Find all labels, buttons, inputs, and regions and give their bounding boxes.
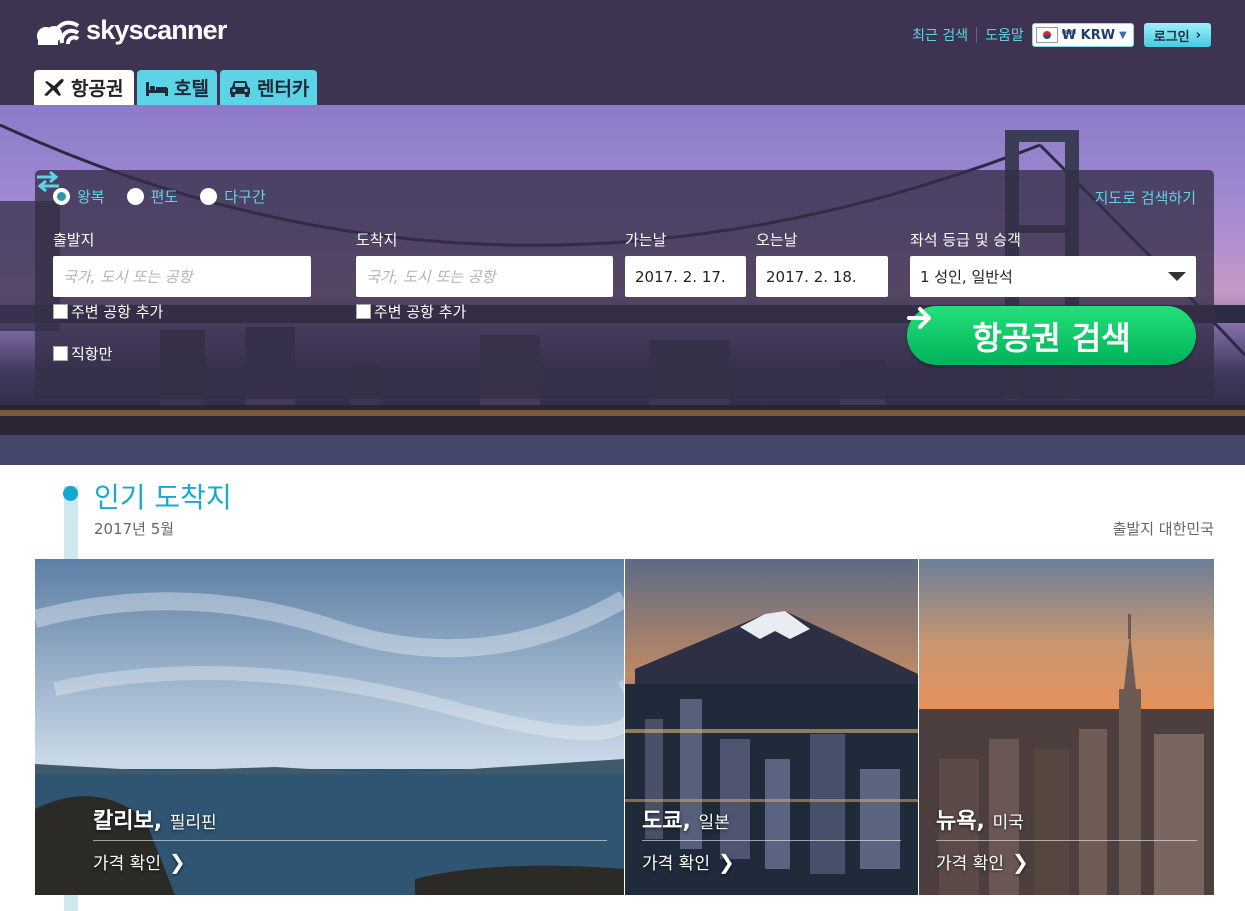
- kalibo-seascape-image: [35, 559, 624, 895]
- login-label: 로그인: [1153, 29, 1190, 45]
- bed-icon: [146, 81, 168, 96]
- nearby-destination-label: 주변 공항 추가: [374, 303, 467, 321]
- section-date: 2017년 5월: [94, 520, 175, 538]
- currency-label: ₩ KRW: [1061, 27, 1116, 43]
- destination-card-kalibo[interactable]: 칼리보, 필리핀 가격 확인 ❯: [35, 559, 624, 895]
- card-country: 일본: [698, 813, 730, 833]
- checkbox-icon: [356, 304, 371, 319]
- checkbox-icon: [53, 304, 68, 319]
- card-city: 칼리보: [93, 809, 154, 834]
- origin-label: 출발지: [53, 231, 95, 249]
- radio-icon: [200, 188, 218, 205]
- airplane-icon: [44, 78, 64, 96]
- destination-label: 도착지: [356, 231, 398, 249]
- top-links: 최근 검색 도움말 ₩ KRW ▼ 로그인 ›: [912, 22, 1211, 48]
- check-price-link[interactable]: 가격 확인 ❯: [93, 849, 186, 875]
- login-button[interactable]: 로그인 ›: [1143, 23, 1211, 47]
- trip-type-oneway-label: 편도: [150, 188, 179, 206]
- newyork-skyline-image: [919, 559, 1214, 895]
- recent-search-link[interactable]: 최근 검색: [912, 25, 968, 45]
- cabin-passenger-select[interactable]: 1 성인, 일반석: [910, 256, 1196, 297]
- divider: [936, 840, 1197, 841]
- arrow-right-icon: [907, 307, 931, 329]
- trip-type-round-label: 왕복: [77, 188, 105, 206]
- tab-flights[interactable]: 항공권: [34, 70, 134, 105]
- chevron-right-icon: ❯: [168, 849, 186, 874]
- chevron-down-icon: [1168, 272, 1186, 281]
- chevron-right-icon: ❯: [717, 849, 735, 874]
- search-flights-button[interactable]: 항공권 검색: [907, 306, 1196, 365]
- brand-name: skyscanner: [86, 14, 227, 45]
- trip-type-group: 왕복 편도 다구간: [53, 186, 266, 207]
- radio-icon: [126, 188, 144, 205]
- check-price-label: 가격 확인: [642, 854, 710, 874]
- depart-date-label: 가는날: [625, 231, 667, 249]
- check-price-label: 가격 확인: [936, 854, 1004, 874]
- check-price-link[interactable]: 가격 확인 ❯: [936, 849, 1029, 875]
- card-country: 미국: [992, 813, 1024, 833]
- depart-date-field[interactable]: 2017. 2. 17.: [625, 256, 746, 297]
- nearby-origin-label: 주변 공항 추가: [71, 303, 164, 321]
- check-price-link[interactable]: 가격 확인 ❯: [642, 849, 735, 875]
- chevron-down-icon: ▼: [1119, 29, 1127, 41]
- korea-flag-icon: [1035, 27, 1058, 43]
- card-title: 뉴욕, 미국: [936, 809, 1024, 834]
- search-flights-label: 항공권 검색: [972, 318, 1131, 357]
- depart-date-value: 2017. 2. 17.: [635, 267, 726, 286]
- cabin-passenger-label: 좌석 등급 및 승객: [910, 231, 1021, 249]
- destination-input[interactable]: [356, 256, 613, 297]
- tab-flights-label: 항공권: [71, 78, 124, 100]
- nearby-origin-checkbox[interactable]: 주변 공항 추가: [53, 301, 163, 322]
- card-city: 도쿄: [642, 809, 683, 834]
- card-city: 뉴욕: [936, 809, 977, 834]
- flight-search-panel: 왕복 편도 다구간 지도로 검색하기 출발지 도착지 가는날 2017. 2. …: [35, 170, 1214, 399]
- chevron-right-icon: ›: [1195, 27, 1201, 43]
- check-price-label: 가격 확인: [93, 854, 161, 874]
- swap-arrows-icon[interactable]: [35, 170, 61, 192]
- timeline-dot: [63, 486, 78, 501]
- destination-card-tokyo[interactable]: 도쿄, 일본 가격 확인 ❯: [625, 559, 918, 895]
- return-date-field[interactable]: 2017. 2. 18.: [756, 256, 888, 297]
- site-header: skyscanner 최근 검색 도움말 ₩ KRW ▼ 로그인 › 항공권 호…: [0, 0, 1245, 105]
- currency-selector[interactable]: ₩ KRW ▼: [1031, 23, 1134, 47]
- tab-hotels-label: 호텔: [174, 78, 209, 100]
- trip-type-oneway[interactable]: 편도: [126, 186, 179, 207]
- cabin-passenger-value: 1 성인, 일반석: [920, 268, 1013, 286]
- tokyo-fuji-image: [625, 559, 918, 895]
- hero-banner: 왕복 편도 다구간 지도로 검색하기 출발지 도착지 가는날 2017. 2. …: [0, 105, 1245, 465]
- direct-only-checkbox[interactable]: 직항만: [53, 343, 112, 364]
- car-icon: [229, 80, 250, 97]
- section-origin: 출발지 대한민국: [1112, 520, 1214, 538]
- skyscanner-logo[interactable]: skyscanner: [34, 14, 227, 46]
- divider: [642, 840, 901, 841]
- return-date-value: 2017. 2. 18.: [766, 267, 857, 286]
- tab-car-rental[interactable]: 렌터카: [219, 70, 318, 105]
- card-title: 도쿄, 일본: [642, 809, 730, 834]
- tab-hotels[interactable]: 호텔: [137, 70, 217, 105]
- chevron-right-icon: ❯: [1011, 849, 1029, 874]
- map-search-link[interactable]: 지도로 검색하기: [1095, 187, 1196, 208]
- cloud-sun-logo-icon: [37, 20, 80, 45]
- card-title: 칼리보, 필리핀: [93, 809, 217, 834]
- product-tabs: 항공권 호텔 렌터카: [34, 70, 318, 105]
- divider: [976, 27, 978, 43]
- help-link[interactable]: 도움말: [985, 25, 1024, 45]
- section-title: 인기 도착지: [94, 481, 232, 514]
- origin-input[interactable]: [53, 256, 311, 297]
- destination-card-newyork[interactable]: 뉴욕, 미국 가격 확인 ❯: [919, 559, 1214, 895]
- tab-car-rental-label: 렌터카: [256, 78, 310, 100]
- checkbox-icon: [53, 346, 68, 361]
- trip-type-multi[interactable]: 다구간: [200, 186, 266, 207]
- trip-type-multi-label: 다구간: [224, 188, 266, 206]
- card-country: 필리핀: [169, 813, 217, 833]
- direct-only-label: 직항만: [71, 345, 113, 363]
- nearby-destination-checkbox[interactable]: 주변 공항 추가: [356, 301, 466, 322]
- return-date-label: 오는날: [756, 231, 798, 249]
- divider: [93, 840, 607, 841]
